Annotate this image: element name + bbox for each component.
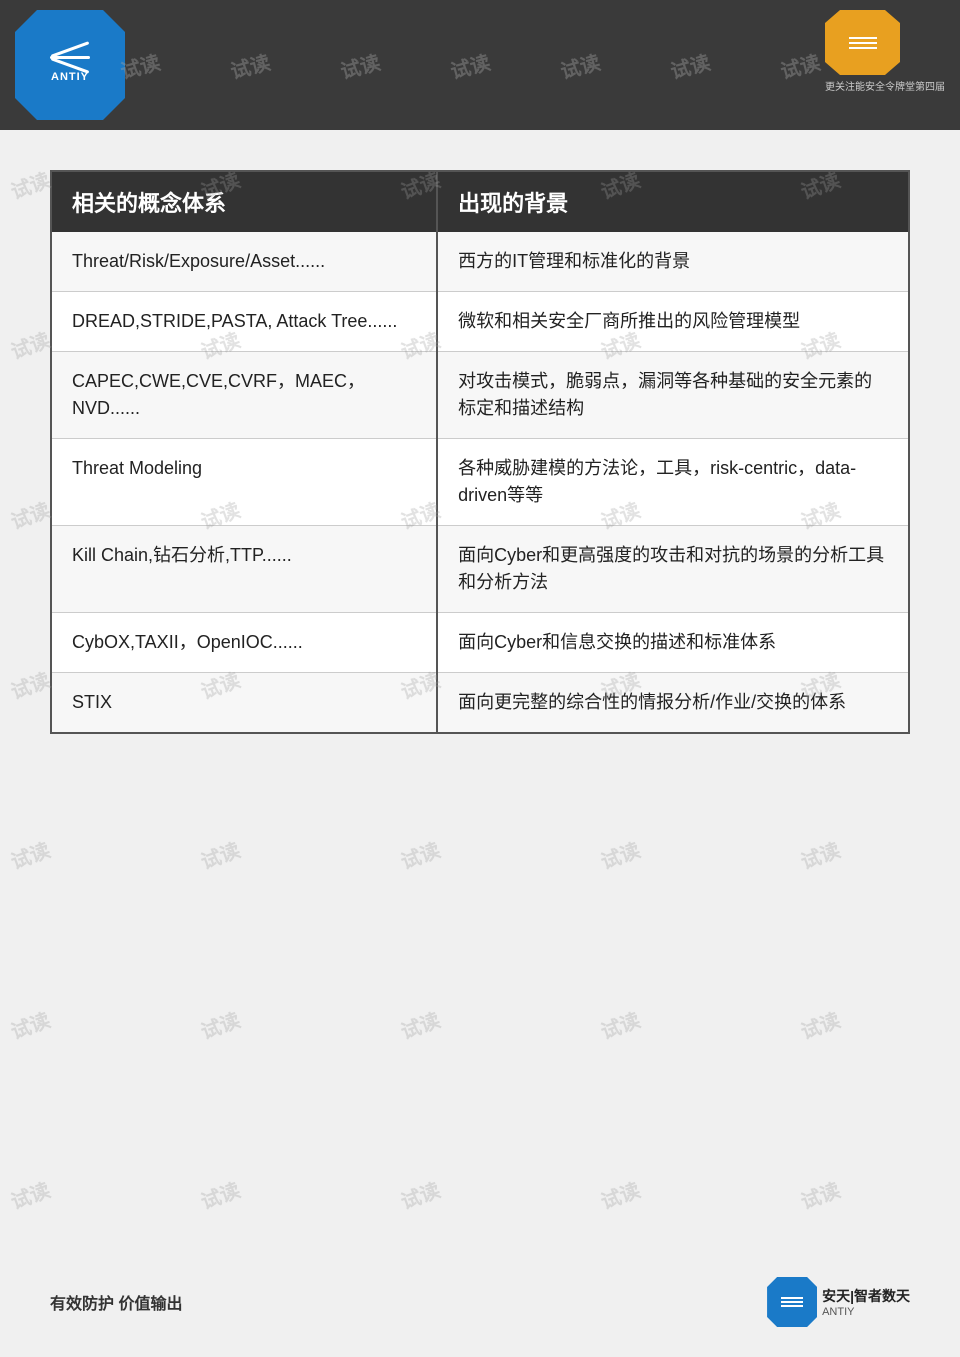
table-cell-col2-5: 面向Cyber和信息交换的描述和标准体系 bbox=[437, 613, 909, 673]
table-cell-col1-6: STIX bbox=[51, 673, 437, 734]
bwm-29: 试读 bbox=[596, 1004, 644, 1045]
table-cell-col2-4: 面向Cyber和更高强度的攻击和对抗的场景的分析工具和分析方法 bbox=[437, 526, 909, 613]
table-cell-col2-3: 各种威胁建模的方法论，工具，risk-centric，data-driven等等 bbox=[437, 439, 909, 526]
header-wm-3: 试读 bbox=[337, 46, 383, 84]
brand-sub-text: 更关注能安全令牌堂第四届 bbox=[825, 78, 945, 93]
bwm-31: 试读 bbox=[6, 1174, 54, 1215]
footer: 有效防护 价值输出 安天|智者数天 ANTIY bbox=[0, 1277, 960, 1327]
bwm-28: 试读 bbox=[396, 1004, 444, 1045]
table-cell-col2-0: 西方的IT管理和标准化的背景 bbox=[437, 232, 909, 292]
header: ANTIY 试读 试读 试读 试读 试读 试读 试读 更关注能安全令牌堂第四届 bbox=[0, 0, 960, 130]
footer-brand-block: 安天|智者数天 ANTIY bbox=[822, 1286, 910, 1318]
footer-line-2 bbox=[781, 1301, 803, 1303]
header-brand: 更关注能安全令牌堂第四届 bbox=[825, 10, 945, 93]
header-wm-2: 试读 bbox=[227, 46, 273, 84]
table-cell-col2-6: 面向更完整的综合性的情报分析/作业/交换的体系 bbox=[437, 673, 909, 734]
table-cell-col2-1: 微软和相关安全厂商所推出的风险管理模型 bbox=[437, 292, 909, 352]
logo-lines bbox=[50, 48, 90, 67]
table-row: Kill Chain,钻石分析,TTP......面向Cyber和更高强度的攻击… bbox=[51, 526, 909, 613]
header-wm-5: 试读 bbox=[557, 46, 603, 84]
header-wm-4: 试读 bbox=[447, 46, 493, 84]
footer-right: 安天|智者数天 ANTIY bbox=[767, 1277, 910, 1327]
bwm-25: 试读 bbox=[796, 834, 844, 875]
logo: ANTIY bbox=[15, 10, 125, 120]
table-row: DREAD,STRIDE,PASTA, Attack Tree......微软和… bbox=[51, 292, 909, 352]
table-cell-col1-4: Kill Chain,钻石分析,TTP...... bbox=[51, 526, 437, 613]
bwm-26: 试读 bbox=[6, 1004, 54, 1045]
table-row: Threat/Risk/Exposure/Asset......西方的IT管理和… bbox=[51, 232, 909, 292]
bwm-23: 试读 bbox=[396, 834, 444, 875]
bwm-22: 试读 bbox=[196, 834, 244, 875]
bwm-32: 试读 bbox=[196, 1174, 244, 1215]
col2-header: 出现的背景 bbox=[437, 171, 909, 232]
brand-line-2 bbox=[849, 42, 877, 44]
bwm-24: 试读 bbox=[596, 834, 644, 875]
logo-line-1 bbox=[51, 41, 90, 57]
table-cell-col1-5: CybOX,TAXII，OpenIOC...... bbox=[51, 613, 437, 673]
table-cell-col1-3: Threat Modeling bbox=[51, 439, 437, 526]
table-cell-col1-2: CAPEC,CWE,CVE,CVRF，MAEC，NVD...... bbox=[51, 352, 437, 439]
brand-logo-box bbox=[825, 10, 900, 75]
header-wm-7: 试读 bbox=[777, 46, 823, 84]
brand-lines bbox=[849, 37, 877, 49]
bwm-33: 试读 bbox=[396, 1174, 444, 1215]
footer-logo-hex bbox=[767, 1277, 817, 1327]
bwm-27: 试读 bbox=[196, 1004, 244, 1045]
table-cell-col1-0: Threat/Risk/Exposure/Asset...... bbox=[51, 232, 437, 292]
bwm-21: 试读 bbox=[6, 834, 54, 875]
brand-line-1 bbox=[849, 37, 877, 39]
table-row: CAPEC,CWE,CVE,CVRF，MAEC，NVD......对攻击模式，脆… bbox=[51, 352, 909, 439]
footer-brand-cn: 安天|智者数天 bbox=[822, 1286, 910, 1306]
bwm-34: 试读 bbox=[596, 1174, 644, 1215]
table-cell-col1-1: DREAD,STRIDE,PASTA, Attack Tree...... bbox=[51, 292, 437, 352]
footer-line-1 bbox=[781, 1297, 803, 1299]
footer-line-3 bbox=[781, 1305, 803, 1307]
footer-brand-en: ANTIY bbox=[822, 1306, 910, 1318]
table-row: STIX面向更完整的综合性的情报分析/作业/交换的体系 bbox=[51, 673, 909, 734]
table-cell-col2-2: 对攻击模式，脆弱点，漏洞等各种基础的安全元素的标定和描述结构 bbox=[437, 352, 909, 439]
bwm-35: 试读 bbox=[796, 1174, 844, 1215]
table-row: Threat Modeling各种威胁建模的方法论，工具，risk-centri… bbox=[51, 439, 909, 526]
header-wm-6: 试读 bbox=[667, 46, 713, 84]
table-row: CybOX,TAXII，OpenIOC......面向Cyber和信息交换的描述… bbox=[51, 613, 909, 673]
brand-line-3 bbox=[849, 47, 877, 49]
main-content: 相关的概念体系 出现的背景 Threat/Risk/Exposure/Asset… bbox=[0, 130, 960, 774]
bwm-30: 试读 bbox=[796, 1004, 844, 1045]
footer-logo-lines bbox=[781, 1297, 803, 1307]
footer-left-text: 有效防护 价值输出 bbox=[50, 1290, 182, 1314]
content-table: 相关的概念体系 出现的背景 Threat/Risk/Exposure/Asset… bbox=[50, 170, 910, 734]
table-body: Threat/Risk/Exposure/Asset......西方的IT管理和… bbox=[51, 232, 909, 733]
col1-header: 相关的概念体系 bbox=[51, 171, 437, 232]
table-header-row: 相关的概念体系 出现的背景 bbox=[51, 171, 909, 232]
header-wm-1: 试读 bbox=[120, 46, 163, 84]
